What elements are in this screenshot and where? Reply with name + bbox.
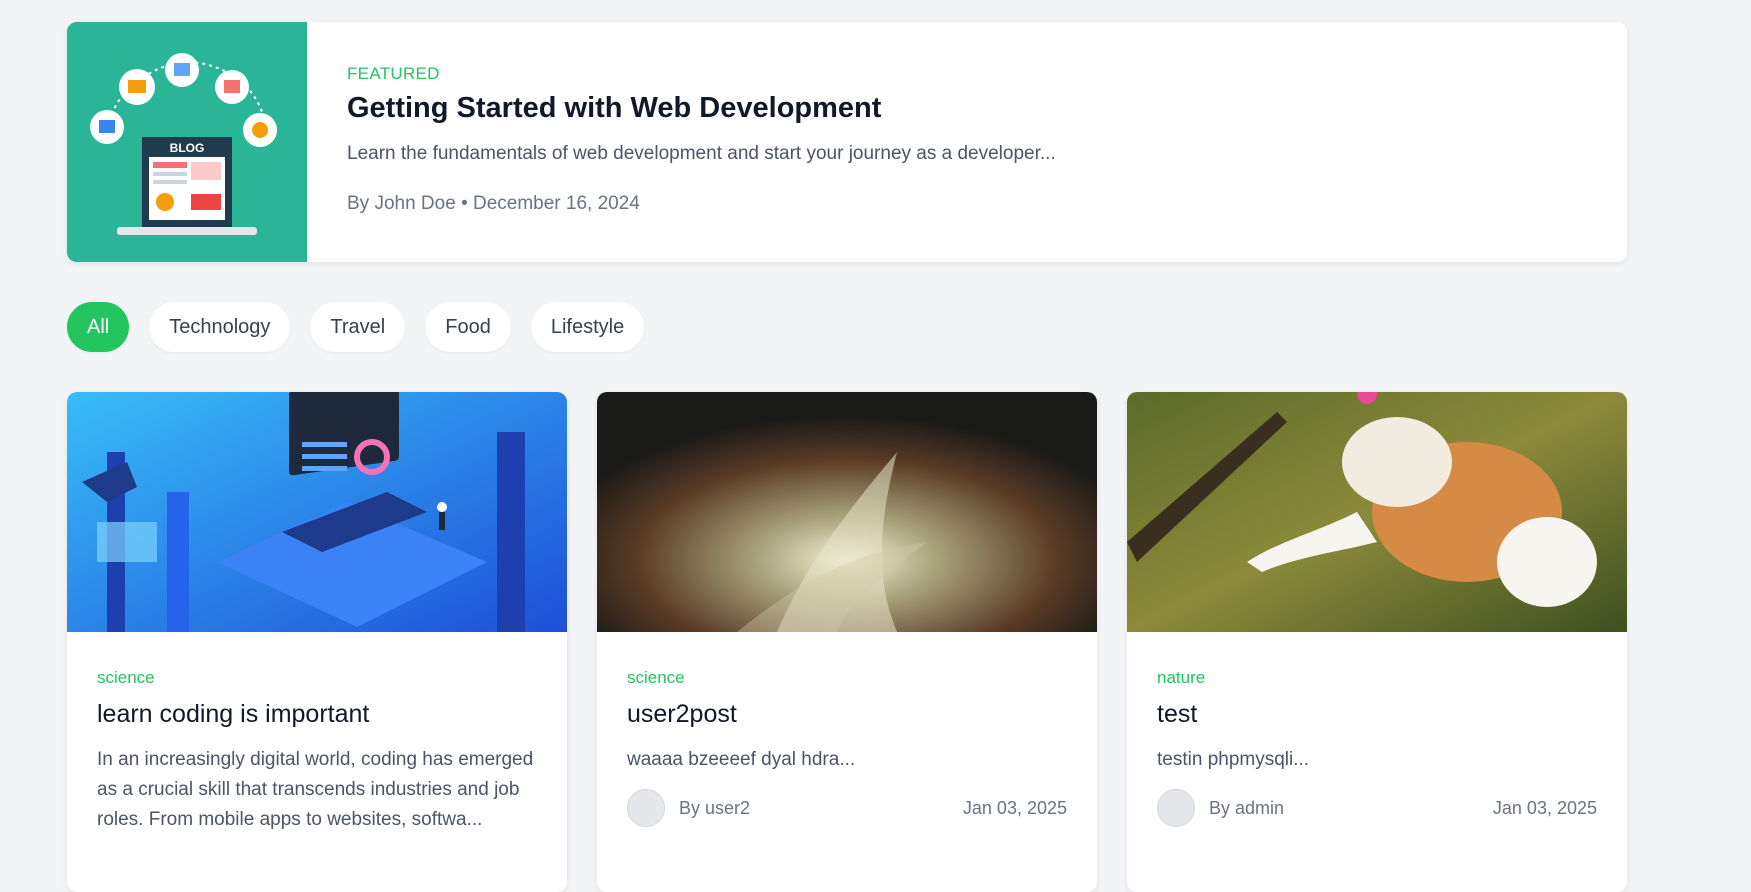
category-filter-bar: All Technology Travel Food Lifestyle — [67, 302, 664, 352]
post-card[interactable]: nature test testin phpmysqli... By admin… — [1127, 392, 1627, 892]
post-card[interactable]: science user2post waaaa bzeeeef dyal hdr… — [597, 392, 1097, 892]
post-author[interactable]: By user2 — [679, 798, 963, 819]
post-category[interactable]: nature — [1157, 668, 1597, 688]
author-avatar — [627, 789, 665, 827]
post-category[interactable]: science — [97, 668, 537, 688]
featured-post-title[interactable]: Getting Started with Web Development — [347, 92, 1056, 125]
filter-chip-all[interactable]: All — [67, 302, 130, 352]
post-category[interactable]: science — [627, 668, 1067, 688]
post-excerpt: In an increasingly digital world, coding… — [97, 749, 534, 830]
post-excerpt: testin phpmysqli... — [1157, 749, 1310, 770]
post-image-coding — [67, 392, 567, 632]
filter-chip-technology[interactable]: Technology — [149, 302, 291, 352]
post-excerpt: waaaa bzeeeef dyal hdra... — [627, 749, 856, 770]
featured-post-meta: By John Doe • December 16, 2024 — [347, 193, 640, 214]
post-card[interactable]: science learn coding is important In an … — [67, 392, 567, 892]
featured-post-excerpt: Learn the fundamentals of web developmen… — [347, 143, 1056, 164]
post-title[interactable]: learn coding is important — [97, 700, 537, 729]
author-avatar — [1157, 789, 1195, 827]
post-author[interactable]: By admin — [1209, 798, 1493, 819]
post-image-abstract — [597, 392, 1097, 632]
filter-chip-lifestyle[interactable]: Lifestyle — [530, 302, 645, 352]
post-image-dog — [1127, 392, 1627, 632]
filter-chip-travel[interactable]: Travel — [310, 302, 406, 352]
featured-label: FEATURED — [347, 64, 440, 83]
post-title[interactable]: test — [1157, 700, 1597, 729]
post-date: Jan 03, 2025 — [1492, 797, 1597, 818]
post-title[interactable]: user2post — [627, 700, 1067, 729]
filter-chip-food[interactable]: Food — [425, 302, 511, 352]
post-date: Jan 03, 2025 — [962, 797, 1067, 818]
post-meta: By admin Jan 03, 2025 — [1157, 789, 1597, 827]
blog-illustration-icon: BLOG — [67, 22, 307, 262]
blog-label: BLOG — [170, 141, 205, 155]
featured-post-card[interactable]: BLOG FEATURED Getting Started with Web D… — [67, 22, 1627, 262]
featured-post-image: BLOG — [67, 22, 307, 262]
post-meta: By user2 Jan 03, 2025 — [627, 789, 1067, 827]
